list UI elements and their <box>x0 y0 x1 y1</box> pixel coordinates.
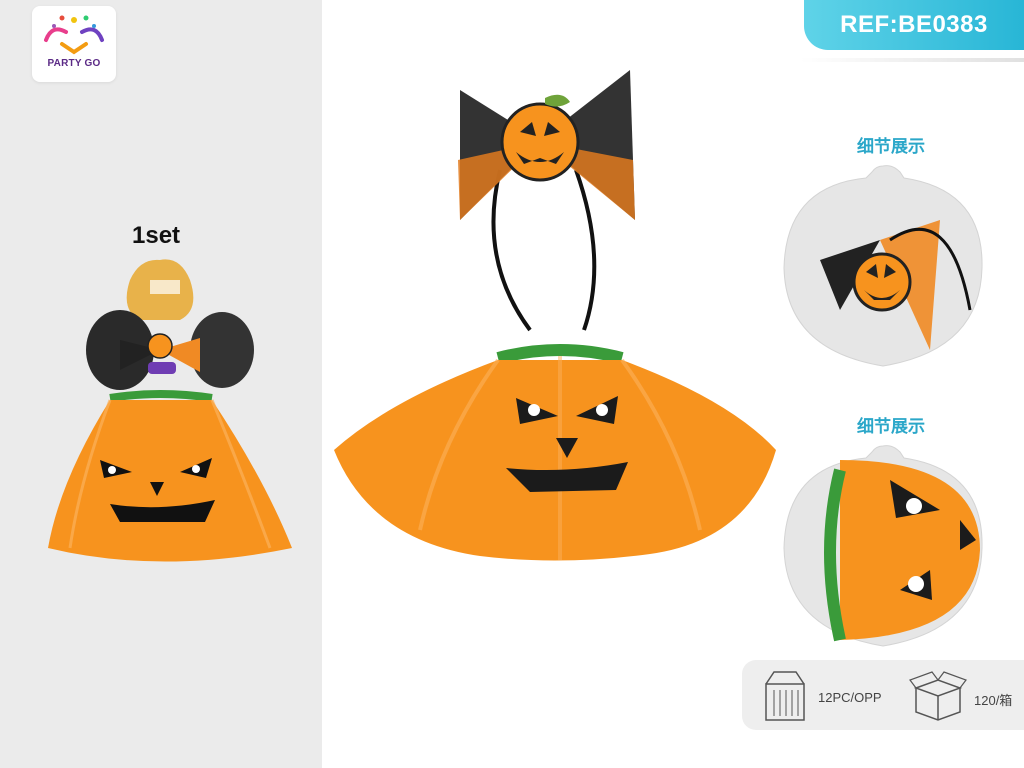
carton-box-icon <box>909 671 967 721</box>
detail-title-2: 细节展示 <box>857 417 925 436</box>
packaged-product-panel: PARTY GO 1set <box>0 0 322 768</box>
inner-pack-text: 12PC/OPP <box>818 690 882 705</box>
detail-title-1: 细节展示 <box>857 137 925 156</box>
display-box-icon <box>765 671 805 721</box>
set-label: 1set <box>132 222 181 249</box>
logo-text: PARTY GO <box>47 58 101 69</box>
detail-headband-closeup <box>783 165 983 367</box>
main-product-illustration <box>334 70 776 561</box>
reference-underline <box>800 58 1024 62</box>
party-go-logo: PARTY GO <box>32 6 116 82</box>
detail-tutu-closeup <box>783 445 983 647</box>
reference-badge: REF:BE0383 <box>804 0 1024 50</box>
logo-mark-icon <box>44 15 104 55</box>
carton-quantity-text: 120/箱 <box>974 693 1013 708</box>
packaged-set-illustration <box>48 259 292 562</box>
packaging-info-strip: 12PC/OPP 120/箱 <box>742 660 1024 730</box>
